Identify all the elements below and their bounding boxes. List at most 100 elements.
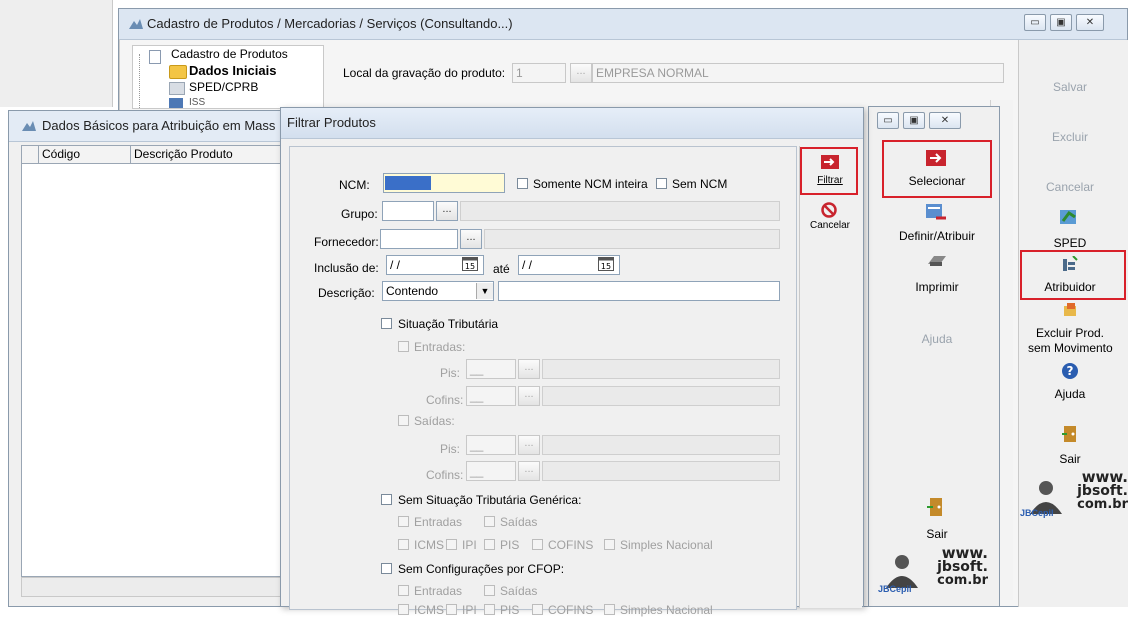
delete-button[interactable]: Excluir (1040, 130, 1100, 144)
fornecedor-lookup-button[interactable]: ... (460, 229, 482, 249)
maximize-button[interactable]: ▣ (1050, 14, 1072, 31)
help-button[interactable]: Ajuda (1040, 387, 1100, 401)
tree-connector (139, 54, 141, 108)
delete-unused-products-line2[interactable]: sem Movimento (1028, 341, 1113, 355)
print-button[interactable]: Imprimir (890, 280, 984, 294)
help-icon: ? (1061, 362, 1079, 380)
navigation-tree: Cadastro de Produtos Dados Iniciais SPED… (132, 45, 324, 109)
sem-cfop-icms-checkbox[interactable] (398, 604, 409, 615)
sem-cfop-label: Sem Configurações por CFOP: (398, 562, 565, 576)
somente-ncm-checkbox[interactable] (517, 178, 528, 189)
tree-item-cadastro[interactable]: Cadastro de Produtos (171, 47, 288, 61)
chevron-down-icon[interactable]: ▼ (476, 283, 493, 299)
entradas-checkbox[interactable] (398, 341, 409, 352)
product-grid: Código Descrição Produto (21, 145, 285, 577)
definir-atribuir-button[interactable]: Definir/Atribuir (890, 229, 984, 243)
filtrar-button[interactable]: Filtrar (808, 175, 852, 186)
sem-cfop-icms-label: ICMS (414, 603, 444, 617)
storage-lookup-button[interactable]: ... (570, 63, 592, 83)
column-codigo[interactable]: Código (42, 147, 80, 161)
sem-situacao-pis-checkbox[interactable] (484, 539, 495, 550)
grid-scrollbar[interactable] (21, 577, 285, 597)
entradas-pis-input[interactable]: __ (466, 359, 516, 379)
grupo-label: Grupo: (341, 207, 378, 221)
situacao-tributaria-checkbox[interactable] (381, 318, 392, 329)
saidas-pis-input[interactable]: __ (466, 435, 516, 455)
sem-ncm-label: Sem NCM (672, 177, 728, 191)
sem-situacao-simples-checkbox[interactable] (604, 539, 615, 550)
iss-icon (169, 98, 183, 108)
saidas-cofins-lookup[interactable]: ... (518, 461, 540, 481)
sem-situacao-simples-label: Simples Nacional (620, 538, 713, 552)
panel-close-button[interactable]: ✕ (929, 112, 961, 129)
sem-cfop-cofins-checkbox[interactable] (532, 604, 543, 615)
ncm-label: NCM: (339, 178, 370, 192)
sem-situacao-cofins-checkbox[interactable] (532, 539, 543, 550)
filter-dialog-title: Filtrar Produtos (287, 115, 376, 130)
storage-location-label: Local da gravação do produto: (343, 66, 506, 80)
sem-cfop-simples-checkbox[interactable] (604, 604, 615, 615)
tree-item-sped-cprb[interactable]: SPED/CPRB (189, 80, 258, 94)
tree-item-dados-iniciais[interactable]: Dados Iniciais (189, 63, 276, 78)
sem-situacao-saidas-checkbox[interactable] (484, 516, 495, 527)
sem-ncm-checkbox[interactable] (656, 178, 667, 189)
delete-product-icon (1063, 302, 1081, 320)
sem-situacao-ipi-checkbox[interactable] (446, 539, 457, 550)
app-icon (128, 17, 144, 31)
sem-cfop-entradas-checkbox[interactable] (398, 585, 409, 596)
sem-cfop-ipi-checkbox[interactable] (446, 604, 457, 615)
panel-help-button[interactable]: Ajuda (890, 332, 984, 346)
atribuidor-button[interactable]: Atribuidor (1034, 280, 1106, 294)
panel-maximize-button[interactable]: ▣ (903, 112, 925, 129)
sem-situacao-entradas-checkbox[interactable] (398, 516, 409, 527)
cancel-button[interactable]: Cancelar (1040, 180, 1100, 194)
minimize-button[interactable]: ▭ (1024, 14, 1046, 31)
entradas-pis-description (542, 359, 780, 379)
panel-minimize-button[interactable]: ▭ (877, 112, 899, 129)
sem-situacao-checkbox[interactable] (381, 494, 392, 505)
panel-exit-button[interactable]: Sair (890, 527, 984, 541)
sem-cfop-simples-label: Simples Nacional (620, 603, 713, 617)
calendar-icon-2[interactable]: 15 (598, 257, 614, 271)
grupo-lookup-button[interactable]: ... (436, 201, 458, 221)
delete-unused-products-line1[interactable]: Excluir Prod. (1030, 326, 1110, 340)
sem-cfop-cofins-label: COFINS (548, 603, 594, 617)
tree-item-iss[interactable]: ISS (189, 97, 205, 108)
filter-cancel-button[interactable]: Cancelar (806, 220, 854, 231)
definir-icon (926, 204, 946, 222)
saidas-label: Saídas: (414, 414, 455, 428)
entradas-cofins-input[interactable]: __ (466, 386, 516, 406)
ate-label: até (493, 262, 510, 276)
saidas-cofins-input[interactable]: __ (466, 461, 516, 481)
saidas-checkbox[interactable] (398, 415, 409, 426)
document-icon (149, 50, 161, 64)
svg-text:15: 15 (601, 262, 611, 271)
sem-cfop-pis-checkbox[interactable] (484, 604, 495, 615)
close-button[interactable]: ✕ (1076, 14, 1104, 31)
ncm-input[interactable] (383, 173, 505, 193)
jbsoft-logo-right: www. jbsoft. com.br JBCepil (1020, 468, 1128, 519)
entradas-cofins-label: Cofins: (426, 393, 464, 407)
sped-button[interactable]: SPED (1040, 236, 1100, 250)
exit-button[interactable]: Sair (1040, 452, 1100, 466)
column-divider (130, 146, 131, 163)
fornecedor-description-field (484, 229, 780, 249)
sem-cfop-checkbox[interactable] (381, 563, 392, 574)
save-button[interactable]: Salvar (1040, 80, 1100, 94)
sem-cfop-saidas-checkbox[interactable] (484, 585, 495, 596)
saidas-pis-lookup[interactable]: ... (518, 435, 540, 455)
calendar-icon[interactable]: 15 (462, 257, 478, 271)
entradas-pis-lookup[interactable]: ... (518, 359, 540, 379)
sem-situacao-icms-checkbox[interactable] (398, 539, 409, 550)
entradas-cofins-lookup[interactable]: ... (518, 386, 540, 406)
fornecedor-input[interactable] (380, 229, 458, 249)
descricao-text-input[interactable] (498, 281, 780, 301)
grid-header: Código Descrição Produto (22, 146, 284, 164)
storage-location-input[interactable]: 1 (512, 63, 566, 83)
grupo-description-field (460, 201, 780, 221)
basic-data-window: Dados Básicos para Atribuição em Mass Có… (8, 110, 290, 607)
grupo-input[interactable] (382, 201, 434, 221)
sem-cfop-entradas-label: Entradas (414, 584, 463, 598)
selecionar-button[interactable]: Selecionar (890, 174, 984, 188)
column-descricao[interactable]: Descrição Produto (134, 147, 233, 161)
